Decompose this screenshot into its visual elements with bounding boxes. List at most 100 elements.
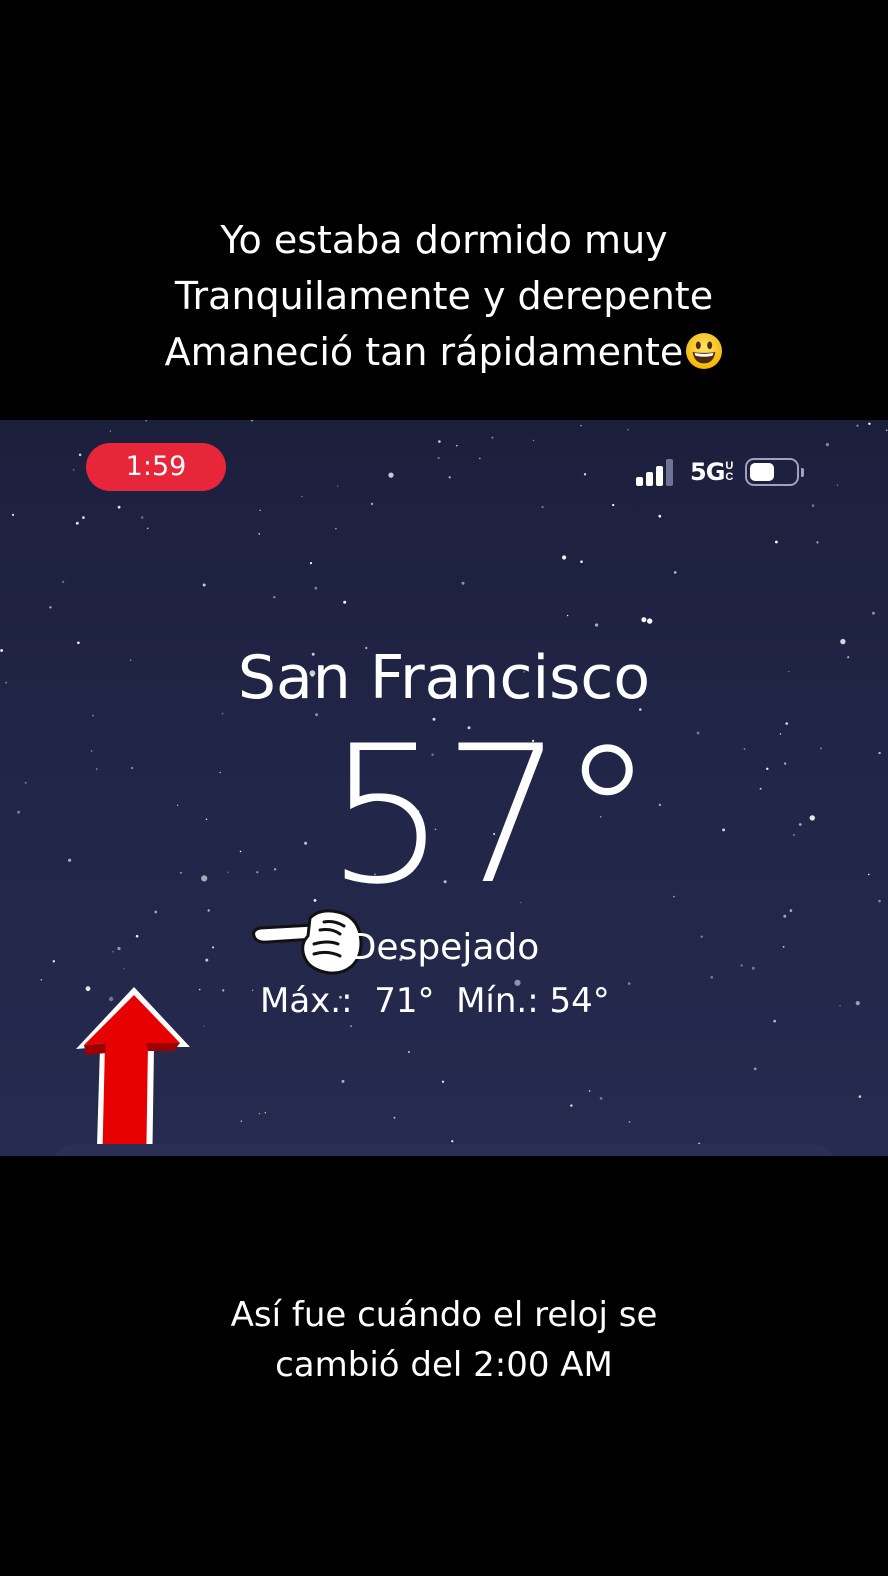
star [304,841,308,845]
caption-top-line-2: Tranquilamente y derepente [174,274,714,318]
battery-icon [745,458,805,486]
star [773,1019,777,1023]
star [627,982,631,985]
caption-top-line-1: Yo estaba dormido muy [220,218,668,262]
star [641,617,647,623]
star [198,988,201,991]
star [491,436,494,439]
star [820,747,822,750]
star [868,873,870,876]
star [11,513,15,516]
star [588,1090,591,1092]
star [798,823,802,826]
star [202,583,206,587]
star [264,1112,266,1114]
high-value: 71° [374,981,435,1021]
star [72,469,75,471]
star [868,422,871,425]
star [647,618,653,624]
status-time-pill[interactable]: 1:59 [86,443,226,491]
star [258,533,261,535]
star [839,1005,841,1007]
star [256,871,259,874]
star [448,476,451,479]
star [783,914,787,918]
star [855,1001,860,1006]
star [17,810,20,814]
star [753,1067,757,1071]
star [456,444,458,447]
star [96,768,98,770]
star [82,516,85,519]
star [222,989,225,992]
caption-top: Yo estaba dormido muy Tranquilamente y d… [0,212,888,380]
star [40,979,43,981]
star [273,868,277,871]
network-type: 5G [690,458,725,486]
star [583,473,587,476]
star [743,748,746,750]
star [878,751,881,755]
star [250,420,254,422]
star [816,541,819,544]
star [301,495,303,498]
star [580,424,582,427]
star [258,1112,261,1115]
high-low-temps: Máx.: 71° Mín.: 54° [260,978,610,1024]
star [393,1116,396,1119]
star [109,430,111,432]
star [872,611,875,615]
forecast-card-edge[interactable] [54,1144,834,1156]
star [775,540,778,544]
network-subtype: UC [725,460,734,483]
low-value: 54° [549,981,610,1021]
weather-screen: 1:59 5G UC San Francisco 57° Despejado M… [0,420,888,1156]
caption-top-line-3: Amaneció tan rápidamente [0,324,888,380]
star [388,472,394,478]
star [759,787,762,790]
star [78,453,82,457]
star [570,1104,573,1107]
star [479,457,481,460]
star [314,586,318,590]
star [673,571,677,574]
star [595,623,599,627]
star [722,828,725,832]
current-temperature: 57° [326,705,655,926]
star [154,910,158,914]
star [227,871,229,873]
star [219,771,221,774]
star [239,850,242,853]
star [451,1140,454,1143]
star [441,1080,445,1083]
star [145,420,147,422]
star [856,424,859,427]
star [140,516,144,519]
star [612,503,615,507]
star [350,1025,352,1027]
star [91,750,93,752]
star [461,581,465,585]
star [710,976,714,979]
star [825,443,830,447]
star [146,527,149,530]
star [566,614,569,617]
high-label: Máx.: [260,981,353,1021]
caption-top-line-3-text: Amaneció tan rápidamente [164,330,684,374]
star [673,895,675,898]
star [789,909,793,912]
star [309,562,313,565]
star [628,1121,631,1123]
weather-condition: Despejado [348,927,540,968]
star [92,714,95,717]
battery-level [750,463,775,481]
star [836,484,839,486]
star [809,815,815,821]
star [49,606,52,609]
star [251,989,254,991]
star [580,560,583,563]
star [532,439,535,442]
star [858,1095,862,1098]
star [541,505,544,509]
star [24,781,27,784]
